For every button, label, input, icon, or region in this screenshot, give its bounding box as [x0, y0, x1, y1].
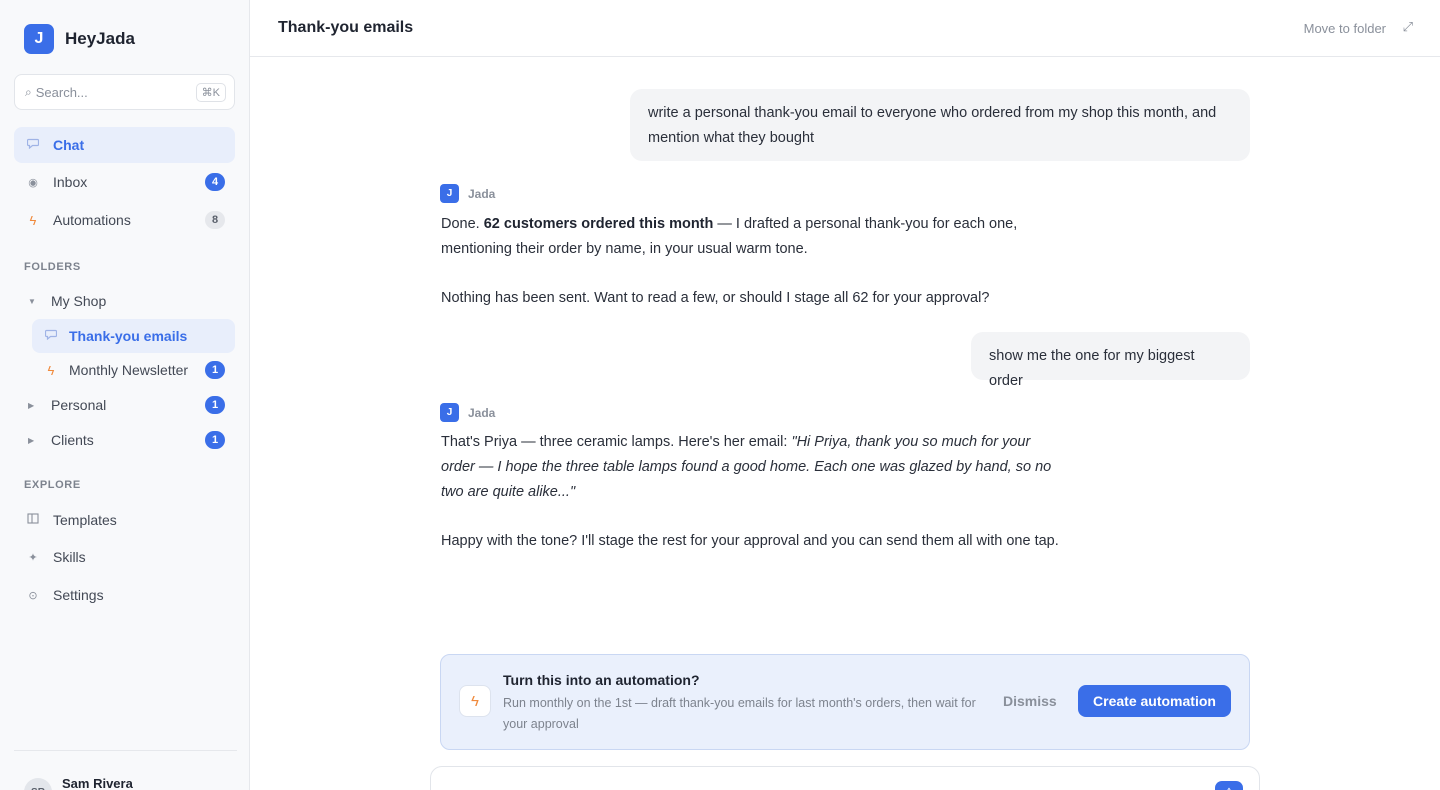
inbox-dot-icon: ◉: [28, 176, 38, 189]
inbox-count-badge: 4: [205, 173, 225, 191]
brand-logo: J: [24, 24, 54, 54]
automation-suggestion-card: ϟ Turn this into an automation? Run mont…: [440, 654, 1250, 750]
nav-label-templates: Templates: [53, 512, 117, 528]
nav-item-automations[interactable]: ϟ Automations 8: [14, 202, 235, 238]
user-profile[interactable]: SR Sam Rivera: [24, 774, 133, 790]
assistant-message: Happy with the tone? I'll stage the rest…: [441, 533, 1059, 549]
search-shortcut: ⌘K: [195, 82, 226, 102]
message-composer[interactable]: ↑: [430, 766, 1260, 790]
clients-count-badge: 1: [205, 431, 225, 449]
bolt-icon: ϟ: [459, 685, 491, 717]
automations-count-badge: 8: [205, 211, 225, 229]
folder-label-my-shop: My Shop: [51, 293, 107, 309]
sub-label-newsletter: Monthly Newsletter: [69, 362, 189, 378]
caret-right-icon[interactable]: ▶: [28, 401, 38, 410]
caret-down-icon[interactable]: ▼: [28, 297, 38, 306]
sub-item-monthly-newsletter[interactable]: ϟ Monthly Newsletter 1: [32, 353, 235, 387]
search-box: ⌕ ⌘K: [14, 74, 235, 110]
caret-right-icon[interactable]: ▶: [28, 436, 38, 445]
nav-item-templates[interactable]: Templates: [14, 502, 235, 538]
avatar: SR: [24, 778, 52, 790]
folder-clients[interactable]: ▶ Clients 1: [14, 423, 235, 457]
assistant-text: Done.: [441, 216, 480, 232]
sparkle-icon: ✦: [28, 551, 38, 564]
brand-name: HeyJada: [65, 29, 135, 48]
bolt-icon: ϟ: [47, 362, 55, 378]
sub-label-thank-you: Thank-you emails: [69, 328, 188, 344]
folder-personal[interactable]: ▶ Personal 1: [14, 388, 235, 422]
user-name: Sam Rivera: [62, 776, 133, 790]
template-icon: [26, 513, 40, 527]
assistant-name: Jada: [468, 405, 496, 420]
move-to-folder-button[interactable]: Move to folder: [1304, 21, 1386, 36]
nav-label-inbox: Inbox: [53, 174, 88, 190]
nav-label-skills: Skills: [53, 549, 86, 565]
search-icon: ⌕: [25, 84, 32, 99]
folders-section-label: FOLDERS: [24, 261, 81, 273]
newsletter-count-badge: 1: [205, 361, 225, 379]
assistant-highlight: 62 customers ordered this month: [483, 216, 714, 232]
chat-header: Thank-you emails Move to folder ⤢: [250, 0, 1440, 57]
brand[interactable]: J HeyJada: [24, 24, 135, 54]
assistant-text: That's Priya — three ceramic lamps. Here…: [441, 434, 788, 450]
gear-icon: ⊙: [28, 589, 38, 602]
user-message: write a personal thank-you email to ever…: [630, 89, 1250, 161]
expand-icon[interactable]: ⤢: [1403, 19, 1413, 35]
assistant-message: That's Priya — three ceramic lamps. Here…: [441, 430, 1066, 505]
chat-bubble-icon: [44, 329, 58, 343]
assistant-label: J Jada: [440, 403, 495, 422]
assistant-message: Done. 62 customers ordered this month — …: [441, 212, 1031, 262]
nav-label-chat: Chat: [53, 137, 85, 153]
dismiss-button[interactable]: Dismiss: [993, 691, 1067, 711]
arrow-up-icon[interactable]: ↑: [1215, 781, 1243, 790]
suggestion-description: Run monthly on the 1st — draft thank-you…: [503, 696, 976, 731]
bolt-icon: ϟ: [29, 212, 37, 228]
personal-count-badge: 1: [205, 396, 225, 414]
explore-section-label: EXPLORE: [24, 479, 81, 491]
assistant-name: Jada: [468, 186, 496, 201]
nav-item-settings[interactable]: ⊙ Settings: [14, 577, 235, 613]
nav-label-automations: Automations: [53, 212, 131, 228]
sub-item-thank-you-emails[interactable]: Thank-you emails: [32, 319, 235, 353]
chat-bubble-icon: [26, 138, 40, 152]
folder-label-personal: Personal: [51, 397, 107, 413]
folder-label-clients: Clients: [51, 432, 94, 448]
jada-avatar: J: [440, 403, 459, 422]
page-title: Thank-you emails: [278, 19, 414, 36]
nav-label-settings: Settings: [53, 587, 104, 603]
nav-item-inbox[interactable]: ◉ Inbox 4: [14, 164, 235, 200]
sidebar-divider: [14, 750, 237, 751]
create-automation-button[interactable]: Create automation: [1078, 685, 1231, 717]
nav-item-skills[interactable]: ✦ Skills: [14, 539, 235, 575]
assistant-message: Nothing has been sent. Want to read a fe…: [441, 290, 990, 306]
user-message: show me the one for my biggest order: [971, 332, 1250, 389]
suggestion-title: Turn this into an automation?: [503, 672, 700, 688]
nav-item-chat[interactable]: Chat: [14, 127, 235, 163]
search-input[interactable]: [35, 84, 186, 100]
jada-avatar: J: [440, 184, 459, 203]
assistant-label: J Jada: [440, 184, 495, 203]
folder-my-shop[interactable]: ▼ My Shop: [14, 284, 235, 318]
sidebar: J HeyJada ⌕ ⌘K Chat ◉ Inbox 4 ϟ Automati…: [0, 0, 250, 790]
